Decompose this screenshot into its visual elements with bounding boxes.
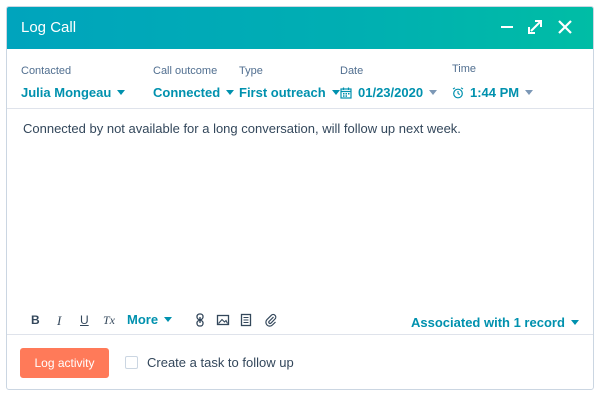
log-call-dialog: Log Call Contacted Julia Mongeau Call ou…	[6, 6, 594, 390]
time-picker[interactable]: 1:44 PM	[452, 85, 534, 100]
italic-button[interactable]: I	[57, 313, 61, 329]
attachment-icon[interactable]	[264, 313, 278, 327]
minimize-icon[interactable]	[495, 15, 519, 39]
calendar-icon	[340, 87, 352, 99]
call-fields: Contacted Julia Mongeau Call outcome Con…	[7, 49, 593, 109]
contacted-dropdown[interactable]: Julia Mongeau	[21, 85, 126, 100]
dialog-footer: Log activity Create a task to follow up	[7, 336, 593, 389]
follow-up-task-checkbox[interactable]	[125, 356, 138, 369]
type-label: Type	[239, 65, 263, 77]
dialog-header: Log Call	[7, 7, 593, 49]
chevron-down-icon	[570, 320, 579, 325]
underline-button[interactable]: U	[80, 313, 89, 327]
expand-icon[interactable]	[523, 15, 547, 39]
contacted-label: Contacted	[21, 65, 72, 77]
chevron-down-icon	[525, 90, 534, 95]
more-label: More	[127, 312, 159, 327]
call-outcome-value: Connected	[153, 85, 221, 100]
date-value: 01/23/2020	[358, 85, 424, 100]
chevron-down-icon	[226, 90, 235, 95]
call-notes-editor[interactable]: Connected by not available for a long co…	[23, 121, 461, 136]
chevron-down-icon	[117, 90, 126, 95]
follow-up-task-label[interactable]: Create a task to follow up	[147, 355, 294, 370]
type-dropdown[interactable]: First outreach	[239, 85, 340, 100]
dialog-title: Log Call	[21, 19, 77, 36]
date-picker[interactable]: 01/23/2020	[340, 85, 438, 100]
associated-records-dropdown[interactable]: Associated with 1 record	[411, 315, 579, 330]
editor-toolbar: B I U Tx More Associated with 1 record	[7, 307, 593, 335]
image-icon[interactable]	[216, 313, 230, 327]
document-icon[interactable]	[239, 313, 253, 327]
chevron-down-icon	[164, 317, 173, 322]
close-icon[interactable]	[553, 15, 577, 39]
chevron-down-icon	[429, 90, 438, 95]
log-activity-button[interactable]: Log activity	[20, 348, 109, 378]
bold-button[interactable]: B	[31, 313, 40, 327]
chevron-down-icon	[331, 90, 340, 95]
associated-label: Associated with 1 record	[411, 315, 565, 330]
clock-icon	[452, 86, 464, 99]
clear-format-button[interactable]: Tx	[103, 313, 115, 328]
time-label: Time	[452, 63, 477, 75]
contacted-value: Julia Mongeau	[21, 85, 112, 100]
type-value: First outreach	[239, 85, 326, 100]
call-outcome-label: Call outcome	[153, 65, 218, 77]
time-value: 1:44 PM	[470, 85, 520, 100]
date-label: Date	[340, 65, 364, 77]
call-outcome-dropdown[interactable]: Connected	[153, 85, 235, 100]
more-dropdown[interactable]: More	[127, 312, 173, 327]
link-icon[interactable]	[193, 313, 207, 327]
